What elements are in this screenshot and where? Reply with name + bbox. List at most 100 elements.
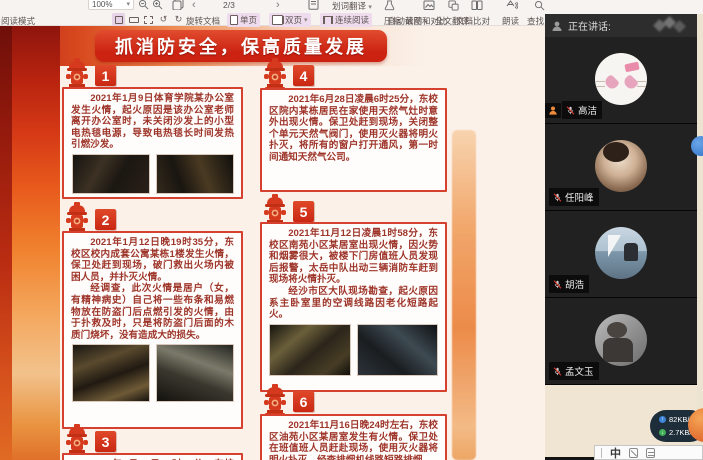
zoom-level-value: 100% [92,0,112,9]
chevron-down-icon: ▾ [126,0,130,8]
section-number-badge: 3 [95,431,116,452]
layout-icon-group: ↺ ↻ [112,13,185,26]
fit-page-icon[interactable] [112,13,125,26]
section-6-header: 6 [262,384,314,416]
presenter-badge [545,103,561,118]
speaking-header: 正在讲话: [545,14,697,37]
avatar [595,53,647,105]
presenter-icon [548,105,558,116]
section-number-badge: 4 [293,65,314,86]
section-2-box: 2021年1月12日晚19时35分，东校区校内成套公寓某栋1楼发生火情，保卫处赶… [62,231,243,429]
single-page-icon [230,15,238,25]
meeting-sidebar: 正在讲话: 高洁 [545,14,697,460]
fire-hydrant-icon [64,424,90,456]
download-arrow-icon: ↓ [659,429,666,436]
continuous-reading-icon [323,16,333,24]
chevron-down-icon: ▾ [304,16,308,24]
compress-icon [384,0,395,11]
rotate-doc-button[interactable]: 旋转文档 [186,15,220,27]
section-2-text-2: 经调查，此次火情是居户（女，有精神病史）自己将一些布条和易燃物放在防盗门后点燃引… [71,283,234,341]
zoom-in-icon[interactable] [152,0,163,10]
fire-scene-photo [72,344,150,402]
section-5-text-2: 经沙市区大队现场勘查，起火原因系主卧室里的空调线路因老化短路起火。 [269,286,438,321]
section-6-text: 2021年11月16日晚24时左右，东校区油苑小区某居室发生有火情。保卫处在班值… [269,420,438,460]
continuous-reading-button[interactable]: 连续阅读 [320,13,372,27]
chevron-down-icon: ▾ [368,4,372,11]
participant-name-chip: 孟文玉 [549,362,599,380]
section-2-text-1: 2021年1月12日晚19时35分，东校区校内成套公寓某栋1楼发生火情，保卫处赶… [71,237,234,283]
section-1-header: 1 [64,58,116,90]
mic-muted-icon [553,279,562,290]
rotate-left-icon[interactable]: ↺ [157,13,170,26]
page-indicator[interactable]: 2/3 [223,0,235,10]
participant-name: 高洁 [578,103,597,117]
fire-scene-photo [156,154,234,194]
participant-name-chip: 任阳峰 [549,188,599,206]
participant-name: 孟文玉 [565,364,594,378]
section-5-text-1: 2021年11月12日凌晨1时58分，东校区南苑小区某居室出现火情，因火势和烟雾… [269,228,438,286]
ime-toolbar[interactable]: 中 [594,445,703,460]
next-page-button[interactable]: › [276,0,280,11]
ime-pen-icon[interactable] [629,448,638,458]
crop-page-icon[interactable] [142,13,155,26]
reading-mode-button[interactable]: 阅读模式 [1,15,35,27]
participant-tile[interactable]: 任阳峰 [545,124,697,211]
speaker-person-icon [551,20,563,32]
section-4-box: 2021年6月28日凌晨6时25分，东校区院内某栋居民在家使用天然气灶时意外出现… [260,88,447,192]
avatar [595,227,647,279]
participant-name-chip: 胡浩 [549,275,589,293]
speaking-label: 正在讲话: [568,18,611,33]
page-thumbnails-icon[interactable] [172,0,184,10]
poster-title: 抓消防安全，保高质量发展 [115,33,367,59]
participant-tile[interactable]: 孟文玉 [545,298,697,385]
auto-scroll-button[interactable]: 自动滚动 ▾ [388,15,428,27]
avatar [595,140,647,192]
section-4-text: 2021年6月28日凌晨6时25分，东校区院内某栋居民在家使用天然气灶时意外出现… [269,94,438,164]
double-page-icon [272,15,283,25]
fire-hydrant-icon [64,58,90,90]
rotate-right-icon[interactable]: ↻ [172,13,185,26]
document-icon[interactable] [308,0,319,10]
ime-language-toggle[interactable]: 中 [610,445,621,460]
full-translate-icon [448,0,459,11]
fire-hydrant-icon [64,202,90,234]
fire-hydrant-icon [262,384,288,416]
ime-divider [601,448,602,458]
double-page-button[interactable]: 双页 ▾ [269,13,311,27]
poster-title-banner: 抓消防安全，保高质量发展 [95,30,387,62]
fire-scene-photo [357,324,439,376]
section-3-header: 3 [64,424,116,456]
chevron-down-icon: ▾ [424,19,428,26]
section-number-badge: 1 [95,65,116,86]
prev-page-button[interactable]: ‹ [192,0,196,11]
section-4-header: 4 [262,58,314,90]
section-1-box: 2021年1月9日体育学院某办公室发生火情，起火原因是该办公室老师离开办公室时，… [62,87,243,199]
participant-name: 任阳峰 [565,190,594,204]
avatar [595,314,647,366]
single-page-button[interactable]: 单页 [227,13,260,27]
section-number-badge: 5 [293,201,314,222]
mic-muted-icon [553,366,562,377]
pdf-page: 抓消防安全，保高质量发展 1 2021年1月9日体育学院某办公室发生火情，起火原… [0,26,545,460]
fit-width-icon[interactable] [127,13,140,26]
watermark-logo [651,18,691,33]
upload-arrow-icon: ↑ [659,416,666,423]
zoom-out-icon[interactable] [138,0,149,10]
fire-scene-photo [156,344,234,402]
page-left-edge [0,26,12,460]
participant-name: 胡浩 [565,277,584,291]
fire-scene-photo [72,154,150,194]
participant-tile[interactable]: 高洁 [545,37,697,124]
section-2-header: 2 [64,202,116,234]
fire-scene-photo [269,324,351,376]
word-translate-button[interactable]: 划词翻译 ▾ [332,0,372,12]
participant-tile[interactable]: 胡浩 [545,211,697,298]
ime-keyboard-icon[interactable] [646,448,655,458]
full-translate-button[interactable]: 全文翻译 [435,15,469,27]
section-6-box: 2021年11月16日晚24时左右，东校区油苑小区某居室发生有火情。保卫处在班值… [260,414,447,460]
section-1-text: 2021年1月9日体育学院某办公室发生火情，起火原因是该办公室老师离开办公室时，… [71,93,234,151]
zoom-level-select[interactable]: 100% ▾ [88,0,134,10]
mic-muted-icon [553,192,562,203]
participant-name-chip: 高洁 [562,101,602,119]
section-number-badge: 6 [293,391,314,412]
